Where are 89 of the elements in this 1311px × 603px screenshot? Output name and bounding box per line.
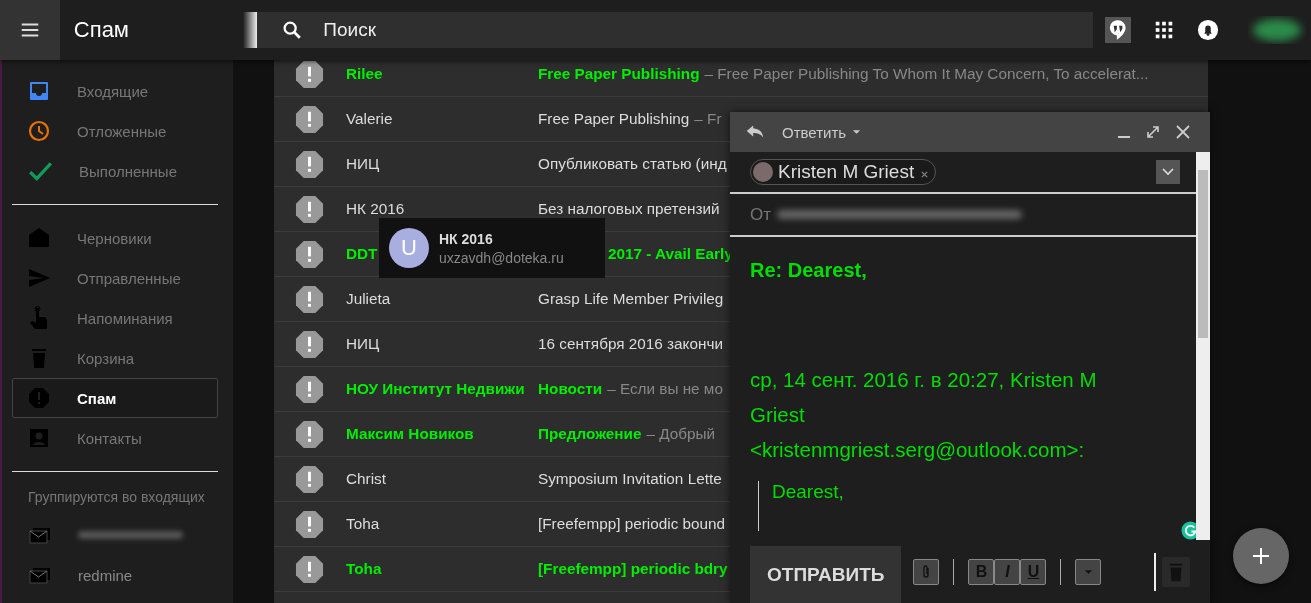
spam-icon <box>295 374 324 404</box>
notifications-button[interactable] <box>1197 19 1219 41</box>
avatar: U <box>389 228 429 268</box>
spam-icon <box>295 419 324 449</box>
grid-icon <box>1153 19 1175 41</box>
subject-text: Опубликовать статью (инд <box>538 155 727 173</box>
sender-name: НИЦ <box>346 335 380 352</box>
nav-item[interactable]: Контакты <box>12 418 218 458</box>
recipient-chip[interactable]: Kristen M Griest <box>750 159 937 185</box>
spam-icon <box>295 464 324 494</box>
message-row[interactable]: Rilee Free Paper Publishing – Free Paper Publishing To Whom It May Concern, To accelerat... <box>274 60 1208 97</box>
attach-button[interactable] <box>913 558 940 585</box>
sender-name: Toha <box>346 560 382 577</box>
apps-button[interactable] <box>1153 19 1175 41</box>
spam-icon <box>27 386 51 410</box>
nav-item[interactable]: Отложенные <box>12 111 218 151</box>
subject-text: Новости <box>538 380 603 398</box>
minimize-icon <box>1118 136 1130 138</box>
sender-name: Максим Новиков <box>346 425 474 442</box>
nav-item[interactable]: Выполненные <box>12 151 218 191</box>
spam-icon <box>295 554 324 584</box>
nav-item[interactable]: Напоминания <box>12 298 218 338</box>
chat-bubble-icon <box>1105 17 1131 43</box>
sender-name: Julieta <box>346 290 391 307</box>
inbox-icon <box>27 79 51 103</box>
subject-text: Free Paper Publishing <box>538 110 690 128</box>
remove-icon <box>920 170 930 179</box>
sender-name: Toha <box>346 515 380 532</box>
reply-mode-button[interactable]: Ответить <box>744 121 862 143</box>
spam-icon <box>295 149 324 179</box>
spam-icon <box>295 509 324 539</box>
dropdown-button[interactable] <box>1156 160 1180 184</box>
expand-button[interactable] <box>1146 125 1160 139</box>
gradient-edge <box>243 12 258 48</box>
search-field[interactable]: Поиск <box>321 18 1026 42</box>
subject-text: Symposium Invitation Lette <box>538 470 722 488</box>
spam-icon <box>295 329 324 359</box>
subject-text: 16 сентября 2016 закончи <box>538 335 723 353</box>
close-icon <box>1176 125 1190 139</box>
bell-icon <box>1197 19 1219 41</box>
spam-icon <box>295 104 324 134</box>
snippet-text: – Добрый <box>646 425 716 443</box>
clock-icon <box>27 119 51 143</box>
send-button[interactable]: ОТПРАВИТЬ <box>750 546 902 603</box>
snippet-text: – Fr <box>694 110 722 128</box>
subject-text: Free Paper Publishing <box>538 65 700 83</box>
label-item[interactable]: redmine <box>28 555 233 595</box>
scrollbar[interactable] <box>1196 152 1210 540</box>
spam-icon <box>295 239 324 269</box>
subject-text: Предложение <box>538 425 642 443</box>
snippet-text: – Если вы не мо <box>607 380 723 398</box>
compose-button[interactable] <box>1233 528 1289 584</box>
nav-item[interactable]: Отправленные <box>12 258 218 298</box>
sender-name: НОУ Институт Недвижи <box>346 380 525 397</box>
expand-icon <box>1146 125 1160 139</box>
more-options-button[interactable] <box>1075 558 1102 585</box>
nav-item[interactable]: Черновики <box>12 218 218 258</box>
hangouts-button[interactable] <box>1105 17 1131 43</box>
close-button[interactable] <box>1176 125 1190 139</box>
nav-item[interactable]: Входящие <box>12 71 218 111</box>
subject-text: Grasp Life Member Privileg <box>538 290 724 308</box>
contact-name: НК 2016 <box>439 230 494 247</box>
caret-icon <box>1083 568 1093 575</box>
menu-button[interactable] <box>0 0 60 60</box>
subject-text: Без налоговых претензий <box>538 200 720 218</box>
spam-icon <box>295 284 324 314</box>
spam-icon <box>295 60 324 89</box>
nav-item[interactable]: Корзина <box>12 338 218 378</box>
caret-icon <box>852 129 862 135</box>
plus-icon <box>1251 546 1271 566</box>
subject-text: [Freefempp] periodic bound <box>538 515 726 533</box>
sender-name: НИЦ <box>346 155 380 172</box>
page-title: Спам <box>73 17 130 43</box>
contact-icon <box>27 426 51 450</box>
from-label: От <box>750 204 771 225</box>
sender-name: НК 2016 <box>346 200 405 217</box>
snippet-text: – Free Paper Publishing To Whom It May Concern, To accelerat... <box>704 65 1149 83</box>
subject-text: [Freefempp] periodic bdry <box>538 560 728 578</box>
contact-email: uxzavdh@doteka.ru <box>439 249 564 266</box>
send-icon <box>27 266 51 290</box>
sender-name: DDT <box>346 245 378 262</box>
sender-name: Valerie <box>346 110 393 127</box>
nav-item[interactable]: Спам <box>12 378 218 418</box>
sender-name: Christ <box>346 470 386 487</box>
search-bar[interactable]: Поиск <box>257 12 1093 48</box>
spam-icon <box>295 194 324 224</box>
chevron-icon <box>1162 168 1174 176</box>
section-heading: Группируются во входящих <box>28 488 206 507</box>
sender-name: Rilee <box>346 65 383 82</box>
